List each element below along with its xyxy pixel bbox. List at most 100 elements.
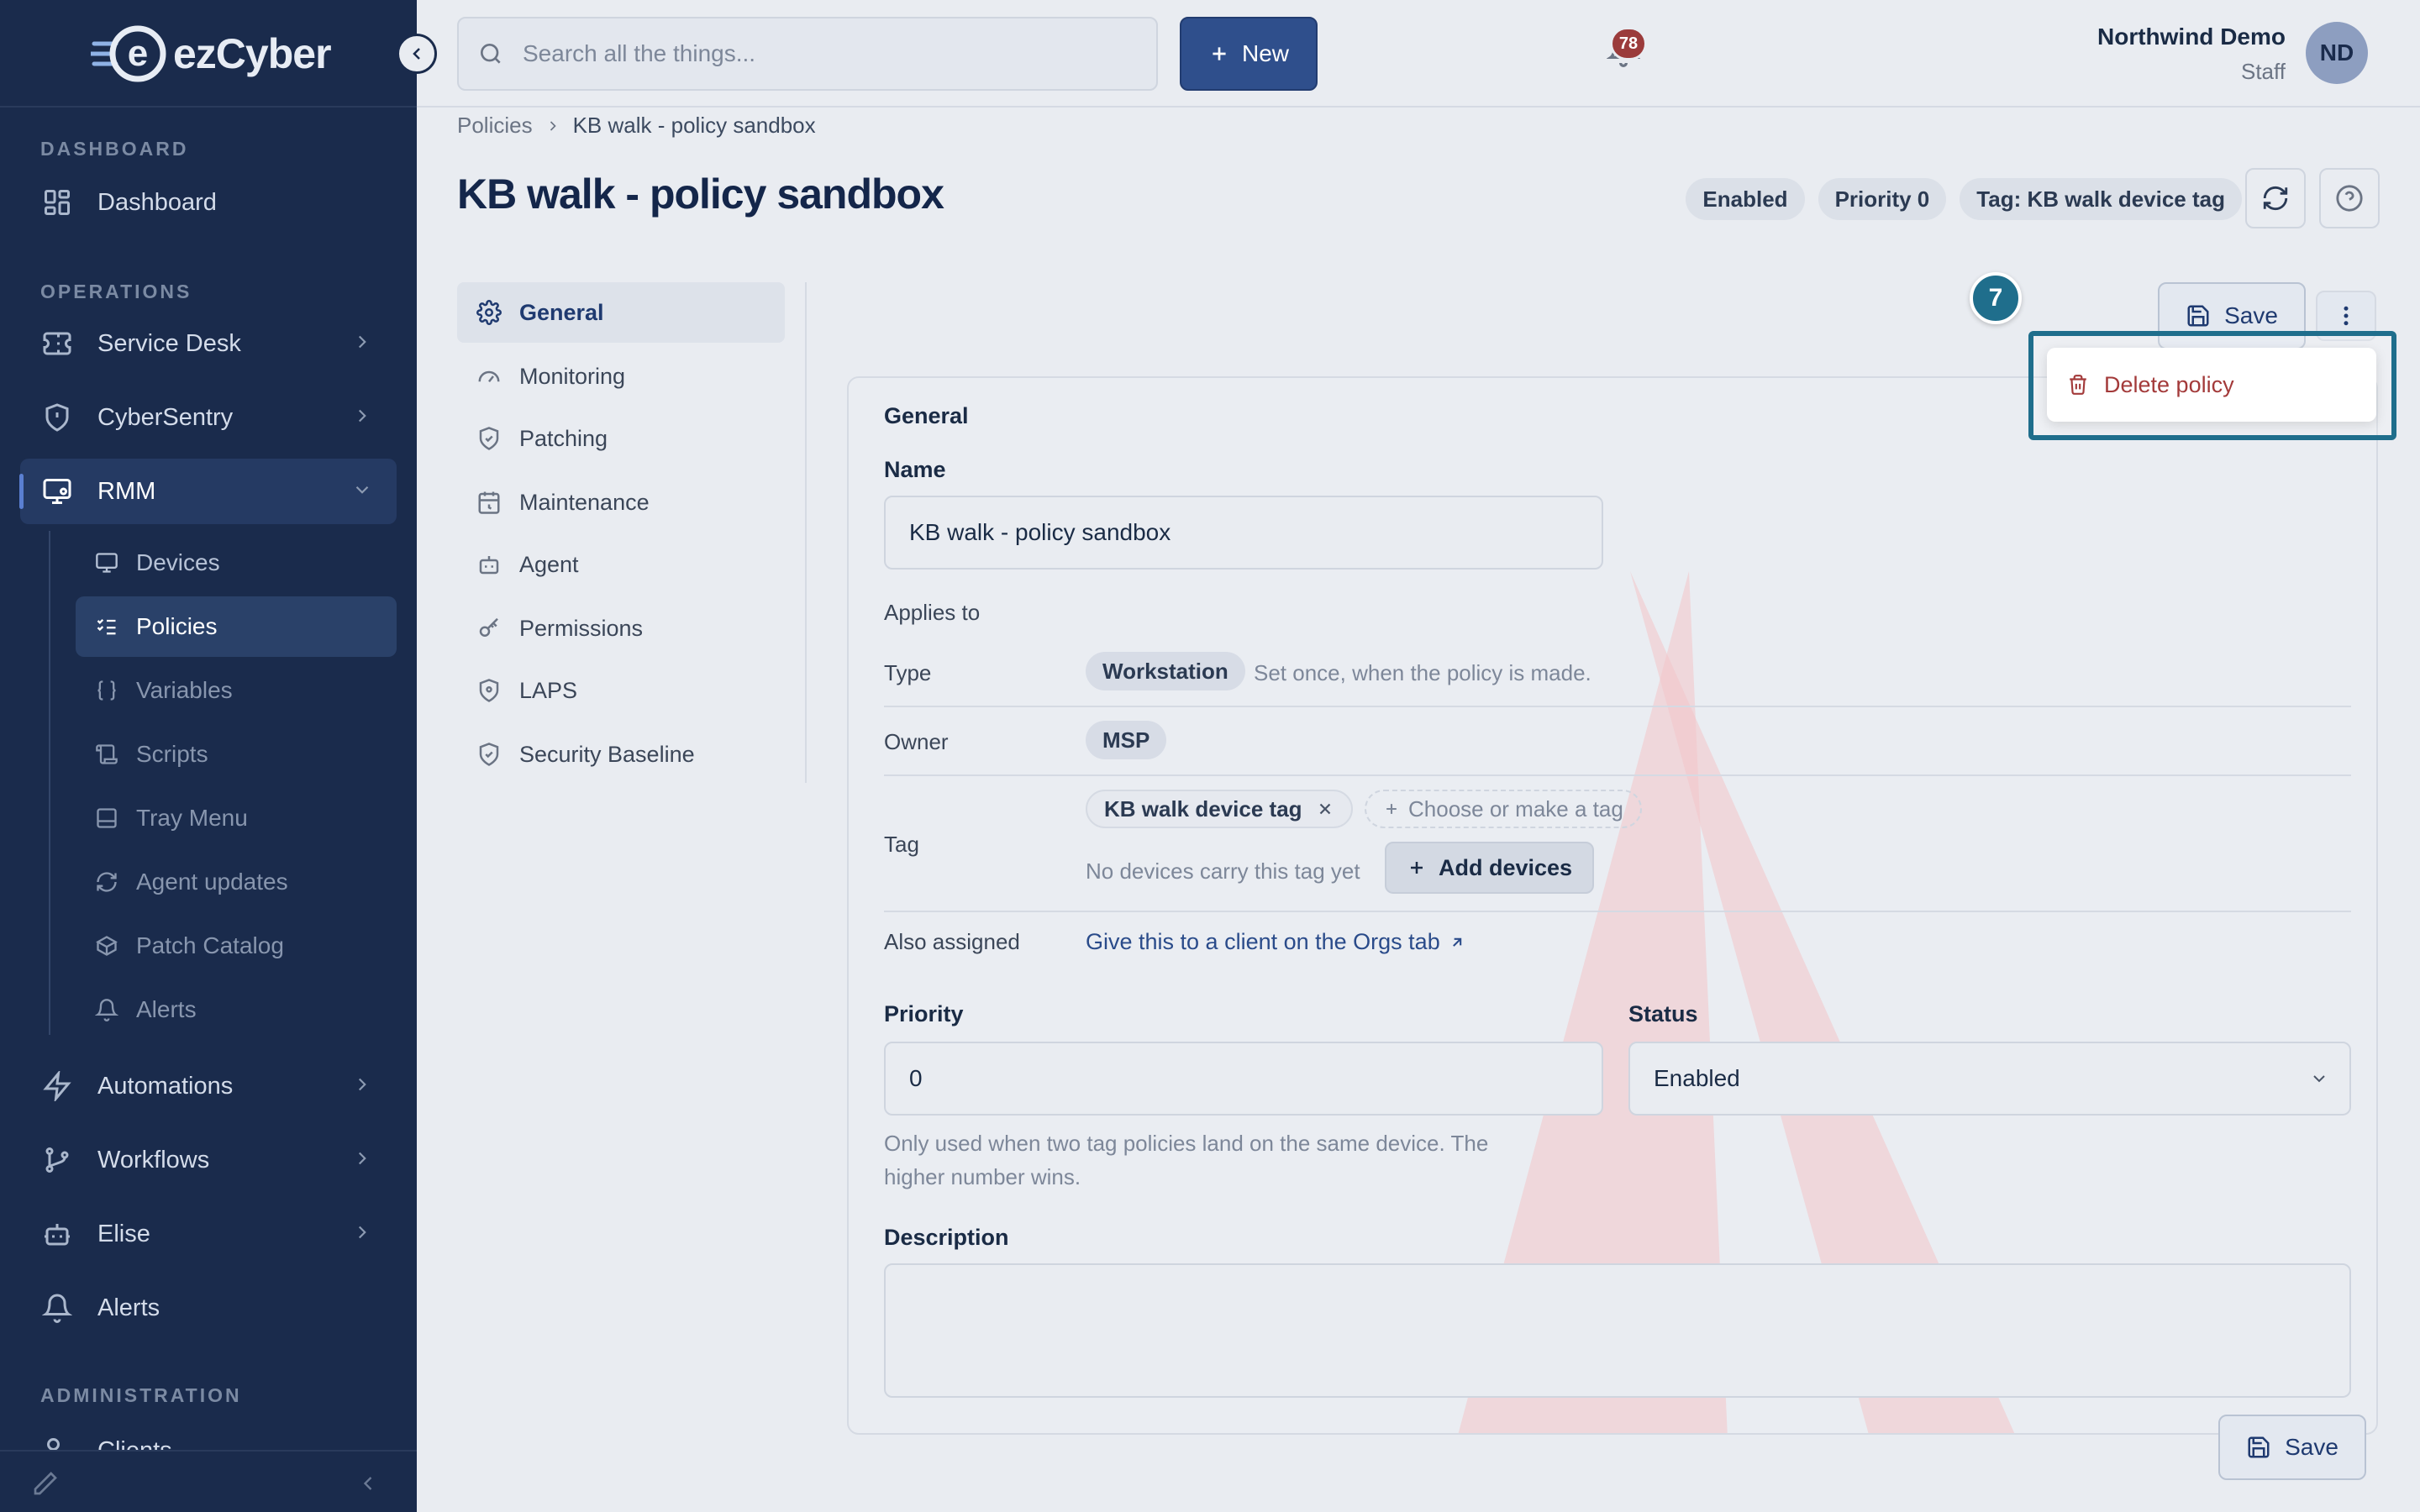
gear-icon: [476, 299, 502, 326]
sidebar-subitem-label: Tray Menu: [136, 805, 248, 831]
sidebar-subitem-label: Agent updates: [136, 869, 288, 895]
delete-policy-menu-item[interactable]: Delete policy: [2067, 372, 2234, 398]
section-tab-general[interactable]: General: [457, 282, 785, 343]
package-icon: [94, 933, 119, 958]
chevron-right-icon: [544, 118, 561, 134]
plus-icon: [1383, 801, 1400, 817]
sidebar-subitem-tray-menu[interactable]: Tray Menu: [76, 788, 397, 848]
orgs-tab-link[interactable]: Give this to a client on the Orgs tab: [1086, 929, 1465, 955]
remove-tag-icon[interactable]: [1316, 800, 1334, 818]
sidebar-item-elise[interactable]: Elise: [20, 1201, 397, 1267]
status-pill-tag: Tag: KB walk device tag: [1960, 178, 2242, 220]
collapse-left-icon[interactable]: [356, 1472, 380, 1495]
topbar: New: [417, 0, 2420, 108]
search-box[interactable]: [457, 17, 1158, 91]
sidebar-item-automations[interactable]: Automations: [20, 1053, 397, 1119]
sidebar-item-alerts[interactable]: Alerts: [20, 1275, 397, 1341]
status-pill-enabled: Enabled: [1686, 178, 1805, 220]
tray-icon: [94, 806, 119, 831]
owner-chip: MSP: [1086, 721, 1167, 759]
logo-row: e ezCyber: [0, 0, 417, 108]
section-tab-security-baseline[interactable]: Security Baseline: [457, 724, 785, 785]
sidebar-item-label: Elise: [97, 1220, 150, 1247]
tutorial-step-badge: 7: [1970, 272, 2022, 324]
new-button[interactable]: New: [1180, 17, 1318, 91]
status-label: Status: [1628, 1001, 1698, 1026]
shield-icon: [476, 677, 502, 704]
status-select[interactable]: Enabled: [1628, 1042, 2351, 1116]
sidebar-subitem-policies[interactable]: Policies: [76, 596, 397, 657]
ticket-icon: [40, 327, 74, 360]
section-tab-agent[interactable]: Agent: [457, 534, 785, 595]
section-tab-laps[interactable]: LAPS: [457, 660, 785, 721]
sidebar-item-label: Service Desk: [97, 329, 241, 357]
sidebar-item-workflows[interactable]: Workflows: [20, 1127, 397, 1193]
sidebar-item-label: Workflows: [97, 1146, 210, 1173]
sidebar-subitem-variables[interactable]: Variables: [76, 660, 397, 721]
sidebar-subitem-scripts[interactable]: Scripts: [76, 724, 397, 785]
name-label: Name: [884, 457, 946, 482]
sidebar-subitem-label: Scripts: [136, 741, 208, 767]
submenu-guide-line: [49, 531, 50, 1035]
row-divider: [884, 706, 2351, 707]
choose-tag-input[interactable]: Choose or make a tag: [1365, 790, 1642, 828]
calendar-clock-icon: [476, 489, 502, 516]
bell-icon: [40, 1291, 74, 1325]
section-tab-label: General: [519, 299, 604, 325]
sidebar-subitem-agent-updates[interactable]: Agent updates: [76, 852, 397, 912]
sidebar-item-service-desk[interactable]: Service Desk: [20, 311, 397, 376]
save-button-bottom[interactable]: Save: [2218, 1415, 2366, 1480]
user-role: Staff: [2240, 59, 2286, 84]
sidebar-subitem-label: Alerts: [136, 996, 197, 1022]
priority-field[interactable]: 0: [884, 1042, 1603, 1116]
help-button[interactable]: [2319, 168, 2380, 228]
name-field-value: KB walk - policy sandbox: [909, 519, 1171, 545]
zap-icon: [40, 1069, 74, 1103]
breadcrumb-current: KB walk - policy sandbox: [572, 113, 816, 138]
sidebar-item-dashboard[interactable]: Dashboard: [20, 170, 397, 235]
sidebar-collapse-button[interactable]: [397, 34, 437, 74]
brand-logo[interactable]: e ezCyber: [91, 20, 332, 87]
gauge-icon: [476, 363, 502, 390]
shield-alert-icon: [40, 401, 74, 434]
add-devices-button[interactable]: Add devices: [1385, 842, 1595, 894]
sidebar-subitem-label: Devices: [136, 549, 220, 575]
pencil-icon[interactable]: [32, 1470, 59, 1497]
sidebar-item-cybersentry[interactable]: CyberSentry: [20, 385, 397, 450]
sidebar: e ezCyber DASHBOARD Dashboard OPERATIONS…: [0, 0, 417, 1512]
section-tab-label: Patching: [519, 425, 608, 451]
avatar[interactable]: ND: [2306, 22, 2368, 84]
description-field[interactable]: [884, 1263, 2351, 1398]
section-tab-monitoring[interactable]: Monitoring: [457, 346, 785, 407]
sidebar-subitem-devices[interactable]: Devices: [76, 533, 397, 593]
save-icon: [2246, 1435, 2271, 1460]
tag-chip: KB walk device tag: [1086, 790, 1353, 828]
section-tab-maintenance[interactable]: Maintenance: [457, 472, 785, 533]
shield-check-icon: [476, 425, 502, 452]
breadcrumb-root-link[interactable]: Policies: [457, 113, 533, 139]
chevron-down-icon: [2309, 1068, 2329, 1089]
refresh-button[interactable]: [2245, 168, 2306, 228]
status-select-value: Enabled: [1654, 1065, 1740, 1091]
chevron-right-icon: [351, 1147, 373, 1169]
git-branch-icon: [40, 1143, 74, 1177]
user-name[interactable]: Northwind Demo: [2097, 24, 2286, 50]
sidebar-item-rmm[interactable]: RMM: [19, 459, 397, 524]
applies-to-label: Applies to: [884, 600, 981, 625]
name-field[interactable]: KB walk - policy sandbox: [884, 496, 1603, 570]
section-tab-label: Maintenance: [519, 489, 650, 515]
sidebar-subitem-label: Variables: [136, 677, 233, 703]
sidebar-subitem-alerts[interactable]: Alerts: [76, 979, 397, 1040]
sidebar-item-label: Alerts: [97, 1294, 160, 1321]
sidebar-subitem-patch-catalog[interactable]: Patch Catalog: [76, 916, 397, 976]
row-divider: [884, 774, 2351, 776]
section-tab-permissions[interactable]: Permissions: [457, 598, 785, 659]
chevron-left-icon: [413, 48, 420, 60]
orgs-tab-link-label: Give this to a client on the Orgs tab: [1086, 929, 1440, 954]
section-tab-patching[interactable]: Patching: [457, 408, 785, 469]
section-tab-label: LAPS: [519, 677, 578, 703]
search-input[interactable]: [523, 40, 1128, 67]
sidebar-item-label: Dashboard: [97, 188, 217, 216]
shield-check-icon: [476, 741, 502, 768]
sidebar-subitem-label: Patch Catalog: [136, 932, 284, 958]
